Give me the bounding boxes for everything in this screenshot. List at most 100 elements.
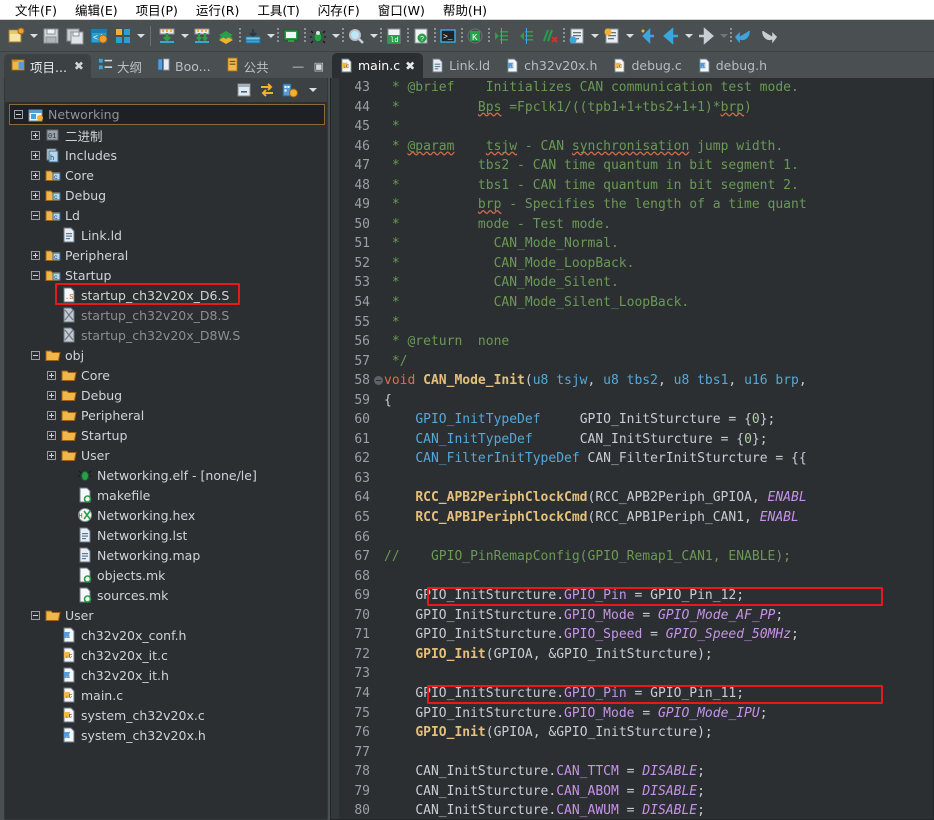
view-menu-button[interactable] bbox=[303, 80, 323, 100]
tree-row[interactable]: Core bbox=[5, 365, 327, 385]
code-line[interactable]: 56 * @return none bbox=[339, 332, 933, 352]
expand-toggle-icon[interactable] bbox=[45, 449, 58, 462]
expand-toggle-icon[interactable] bbox=[29, 149, 42, 162]
menu-item-5[interactable]: 闪存(F) bbox=[309, 0, 369, 20]
code-line[interactable]: 58 void CAN_Mode_Init(u8 tsjw, u8 tbs2, u… bbox=[339, 371, 933, 391]
project-tree[interactable]: Networking 01 二进制 h Includes c Core c Debug c Ld Li… bbox=[5, 102, 327, 819]
forward-arrow-icon[interactable] bbox=[694, 24, 718, 48]
back-nav-icon[interactable] bbox=[635, 24, 659, 48]
code-line[interactable]: 79 CAN_InitSturcture.CAN_ABOM = DISABLE; bbox=[339, 782, 933, 802]
tree-row[interactable]: Link.ld bbox=[5, 225, 327, 245]
menu-item-7[interactable]: 帮助(H) bbox=[434, 0, 496, 20]
tree-row[interactable]: .h ch32v20x_it.h bbox=[5, 665, 327, 685]
back-dropdown-icon[interactable] bbox=[683, 24, 694, 48]
tree-row[interactable]: h Includes bbox=[5, 145, 327, 165]
code-line[interactable]: 76 GPIO_Init(GPIOA, &GPIO_InitSturcture)… bbox=[339, 723, 933, 743]
tree-row[interactable]: objects.mk bbox=[5, 565, 327, 585]
code-line[interactable]: 51 * CAN_Mode_Normal. bbox=[339, 234, 933, 254]
tree-row[interactable]: sources.mk bbox=[5, 585, 327, 605]
prev-annotation-dropdown-icon[interactable] bbox=[624, 24, 635, 48]
import-dropdown-icon[interactable] bbox=[265, 24, 276, 48]
code-line[interactable]: 62 CAN_FilterInitTypeDef CAN_FilterInitS… bbox=[339, 449, 933, 469]
menu-item-6[interactable]: 窗口(W) bbox=[369, 0, 434, 20]
code-line[interactable]: 53 * CAN_Mode_Silent. bbox=[339, 273, 933, 293]
editor-tab-0[interactable]: .c main.c ✖ bbox=[332, 53, 424, 78]
new-file-dropdown-icon[interactable] bbox=[28, 24, 39, 48]
menu-item-0[interactable]: 文件(F) bbox=[6, 0, 66, 20]
expand-toggle-icon[interactable] bbox=[45, 429, 58, 442]
code-line[interactable]: 64 RCC_APB2PeriphClockCmd(RCC_APB2Periph… bbox=[339, 488, 933, 508]
download-dropdown-icon[interactable] bbox=[179, 24, 190, 48]
tree-row[interactable]: obj bbox=[5, 345, 327, 365]
next-annotation-dropdown-icon[interactable] bbox=[589, 24, 600, 48]
expand-toggle-icon[interactable] bbox=[29, 129, 42, 142]
code-line[interactable]: 45 * bbox=[339, 117, 933, 137]
code-line[interactable]: 63 bbox=[339, 469, 933, 489]
code-line[interactable]: 68 bbox=[339, 567, 933, 587]
collapse-toggle-icon[interactable] bbox=[29, 269, 42, 282]
terminal-icon[interactable]: >_ bbox=[436, 24, 460, 48]
build-settings-button[interactable] bbox=[280, 80, 300, 100]
code-line[interactable]: 66 bbox=[339, 528, 933, 548]
debug-dropdown-icon[interactable] bbox=[330, 24, 341, 48]
editor-tab-2[interactable]: .h ch32v20x.h bbox=[498, 53, 605, 78]
code-line[interactable]: 65 RCC_APB1PeriphClockCmd(RCC_APB1Periph… bbox=[339, 508, 933, 528]
code-line[interactable]: 43 * @brief Initializes CAN communicatio… bbox=[339, 78, 933, 98]
view-tab-1[interactable]: 大纲 bbox=[91, 54, 149, 78]
expand-toggle-icon[interactable] bbox=[29, 249, 42, 262]
tree-row[interactable]: User bbox=[5, 605, 327, 625]
help-doc-icon[interactable]: ? bbox=[409, 24, 433, 48]
tree-row[interactable]: makefile bbox=[5, 485, 327, 505]
code-line[interactable]: 48 * tbs1 - CAN time quantum in bit segm… bbox=[339, 176, 933, 196]
maximize-button[interactable]: ▣ bbox=[314, 62, 324, 73]
save-all-icon[interactable] bbox=[63, 24, 87, 48]
editor-tab-1[interactable]: Link.ld bbox=[423, 53, 498, 78]
tree-row[interactable]: .S startup_ch32v20x_D6.S bbox=[5, 285, 327, 305]
search-dropdown-icon[interactable] bbox=[368, 24, 379, 48]
code-line[interactable]: 74 GPIO_InitSturcture.GPIO_Pin = GPIO_Pi… bbox=[339, 684, 933, 704]
tree-row[interactable]: c Ld bbox=[5, 205, 327, 225]
view-tab-2[interactable]: Boo... bbox=[149, 54, 218, 78]
code-line[interactable]: 44 * Bps =Fpclk1/((tpb1+1+tbs2+1+1)*brp) bbox=[339, 98, 933, 118]
download-all-icon[interactable] bbox=[190, 24, 214, 48]
tree-root-row[interactable]: Networking bbox=[9, 104, 325, 125]
tree-row[interactable]: Peripheral bbox=[5, 405, 327, 425]
tree-row[interactable]: User bbox=[5, 445, 327, 465]
collapse-toggle-icon[interactable] bbox=[29, 349, 42, 362]
expand-toggle-icon[interactable] bbox=[29, 169, 42, 182]
console-icon[interactable] bbox=[279, 24, 303, 48]
search-icon[interactable] bbox=[344, 24, 368, 48]
build-project-icon[interactable]: </> bbox=[87, 24, 111, 48]
code-line[interactable]: 67 // GPIO_PinRemapConfig(GPIO_Remap1_CAN… bbox=[339, 547, 933, 567]
code-line[interactable]: 60 GPIO_InitTypeDef GPIO_InitSturcture =… bbox=[339, 410, 933, 430]
indent-right-icon[interactable] bbox=[490, 24, 514, 48]
code-line[interactable]: 71 GPIO_InitSturcture.GPIO_Speed = GPIO_… bbox=[339, 625, 933, 645]
tree-row[interactable]: startup_ch32v20x_D8.S bbox=[5, 305, 327, 325]
menu-item-3[interactable]: 运行(R) bbox=[187, 0, 248, 20]
menu-item-1[interactable]: 编辑(E) bbox=[66, 0, 127, 20]
code-line[interactable]: 59 { bbox=[339, 391, 933, 411]
tree-row[interactable]: Startup bbox=[5, 425, 327, 445]
code-line[interactable]: 80 CAN_InitSturcture.CAN_AWUM = DISABLE; bbox=[339, 801, 933, 819]
code-line[interactable]: 73 bbox=[339, 664, 933, 684]
tree-row[interactable]: c Peripheral bbox=[5, 245, 327, 265]
code-line[interactable]: 57 */ bbox=[339, 352, 933, 372]
close-icon[interactable]: ✖ bbox=[405, 59, 415, 73]
tree-row[interactable]: c Startup bbox=[5, 265, 327, 285]
fold-toggle-icon[interactable] bbox=[373, 376, 384, 386]
code-line[interactable]: 49 * brp - Specifies the length of a tim… bbox=[339, 195, 933, 215]
expand-toggle-icon[interactable] bbox=[45, 389, 58, 402]
debug-bug-icon[interactable] bbox=[306, 24, 330, 48]
expand-toggle-icon[interactable] bbox=[45, 409, 58, 422]
editor-tab-4[interactable]: .h debug.h bbox=[690, 53, 775, 78]
code-line[interactable]: 55 * bbox=[339, 313, 933, 333]
expand-toggle-icon[interactable] bbox=[45, 369, 58, 382]
tree-row[interactable]: Networking.map bbox=[5, 545, 327, 565]
tree-row[interactable]: .c system_ch32v20x.c bbox=[5, 705, 327, 725]
collapse-toggle-icon[interactable] bbox=[12, 108, 25, 121]
collapse-toggle-icon[interactable] bbox=[29, 209, 42, 222]
new-file-icon[interactable] bbox=[4, 24, 28, 48]
ld-file-icon[interactable]: ld bbox=[382, 24, 406, 48]
code-line[interactable]: 75 GPIO_InitSturcture.GPIO_Mode = GPIO_M… bbox=[339, 704, 933, 724]
code-line[interactable]: 72 GPIO_Init(GPIOA, &GPIO_InitSturcture)… bbox=[339, 645, 933, 665]
